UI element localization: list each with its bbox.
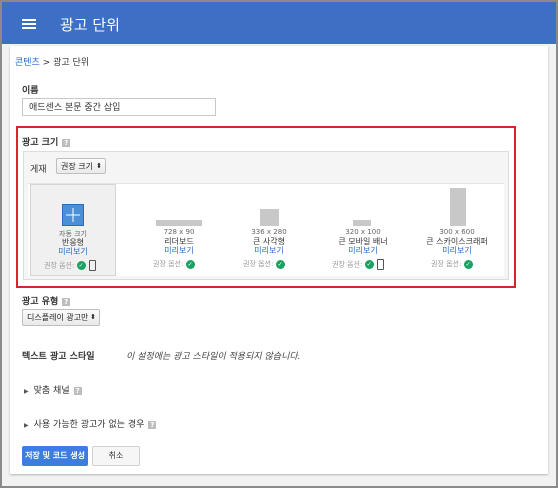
ad-type-label: 광고 유형? [22,297,71,307]
text-style-note: 이 설정에는 광고 스타일이 적용되지 않습니다. [126,352,301,362]
cancel-button[interactable]: 취소 [92,446,140,466]
page-title: 광고 단위 [60,16,120,34]
breadcrumb: 콘텐츠 > 광고 단위 [15,55,89,68]
recommended-row: 권장 옵션: ✓ [153,259,195,269]
select-arrows-icon: ⬍ [96,162,102,170]
ad-size-label: 광고 크기? [22,138,71,148]
mobile-icon [376,259,384,270]
no-ads-label: 사용 가능한 광고가 없는 경우 [33,420,145,430]
recommended-row: 권장 옵션: ✓ [243,259,285,269]
breadcrumb-link-content[interactable]: 콘텐츠 [15,58,40,68]
ad-type-value: 디스플레이 광고만 [27,313,89,322]
name-input[interactable]: 애드센스 본문 중간 삽입 [22,98,216,116]
preview-link[interactable]: 미리보기 [136,245,222,256]
mobile-banner-shape [353,220,371,226]
window-frame: 광고 단위 콘텐츠 > 광고 단위 이름 애드센스 본문 중간 삽입 광고 크기… [0,0,558,488]
mobile-icon [88,260,96,271]
check-icon: ✓ [275,259,285,269]
option-dims: 728 x 90 [163,228,195,236]
expand-arrow-icon: ▶ [24,422,29,429]
platform-select[interactable]: 권장 크기 ⬍ [56,158,106,174]
option-dims: 336 x 280 [251,228,287,236]
size-option-large-mobile-banner[interactable]: 320 x 100 큰 모바일 배너 미리보기 권장 옵션: ✓ [320,184,406,276]
hamburger-menu-icon[interactable] [22,19,36,29]
size-option-large-rectangle[interactable]: 336 x 280 큰 사각형 미리보기 권장 옵션: ✓ [226,184,312,276]
breadcrumb-current: 광고 단위 [53,58,90,68]
platform-label: 게재 [30,165,47,175]
platform-select-value: 권장 크기 [61,162,93,171]
large-rectangle-shape [260,209,279,226]
leaderboard-shape [156,220,202,226]
check-icon: ✓ [76,261,86,270]
option-dims: 300 x 600 [439,228,475,236]
select-arrows-icon: ⬍ [90,313,96,321]
custom-channels-toggle[interactable]: ▶ 맞춤 채널? [24,383,82,396]
custom-channels-label: 맞춤 채널 [33,386,70,396]
check-icon: ✓ [364,260,374,269]
help-icon[interactable]: ? [62,297,71,306]
save-generate-code-button[interactable]: 저장 및 코드 생성 [22,446,88,466]
size-option-large-skyscraper[interactable]: 300 x 600 큰 스카이스크래퍼 미리보기 권장 옵션: ✓ [414,184,500,276]
size-option-responsive[interactable]: 자동 크기 반응형 미리보기 권장 옵션: ✓ [30,184,116,276]
check-icon: ✓ [185,259,195,269]
app-bar: 광고 단위 [2,2,556,44]
size-options: 자동 크기 반응형 미리보기 권장 옵션: ✓ 728 x 90 리더보드 미리… [28,183,504,276]
recommended-row: 권장 옵션: ✓ [44,260,96,271]
preview-link[interactable]: 미리보기 [414,245,500,256]
preview-link[interactable]: 미리보기 [31,246,115,257]
ad-size-panel: 게재 권장 크기 ⬍ 자동 크기 반응형 미리보기 권장 옵션: ✓ 728 x… [23,151,509,280]
option-dims: 320 x 100 [345,228,381,236]
skyscraper-shape [450,188,466,226]
size-option-leaderboard[interactable]: 728 x 90 리더보드 미리보기 권장 옵션: ✓ [136,184,222,276]
help-icon[interactable]: ? [148,420,157,429]
responsive-size-icon [62,204,84,226]
ad-size-highlight: 광고 크기? 게재 권장 크기 ⬍ 자동 크기 반응형 미리보기 권장 옵션: … [16,126,516,288]
recommended-row: 권장 옵션: ✓ [431,259,473,269]
help-icon[interactable]: ? [62,138,71,147]
help-icon[interactable]: ? [73,386,82,395]
text-style-label: 텍스트 광고 스타일 [22,352,95,362]
preview-link[interactable]: 미리보기 [226,245,312,256]
content-card: 콘텐츠 > 광고 단위 이름 애드센스 본문 중간 삽입 광고 크기? 게재 권… [10,46,548,474]
preview-link[interactable]: 미리보기 [320,245,406,256]
breadcrumb-separator: > [39,58,54,68]
recommended-row: 권장 옵션: ✓ [332,259,384,270]
expand-arrow-icon: ▶ [24,388,29,395]
no-ads-toggle[interactable]: ▶ 사용 가능한 광고가 없는 경우? [24,417,157,430]
check-icon: ✓ [463,259,473,269]
ad-type-select[interactable]: 디스플레이 광고만 ⬍ [22,309,100,326]
name-label: 이름 [22,86,39,96]
